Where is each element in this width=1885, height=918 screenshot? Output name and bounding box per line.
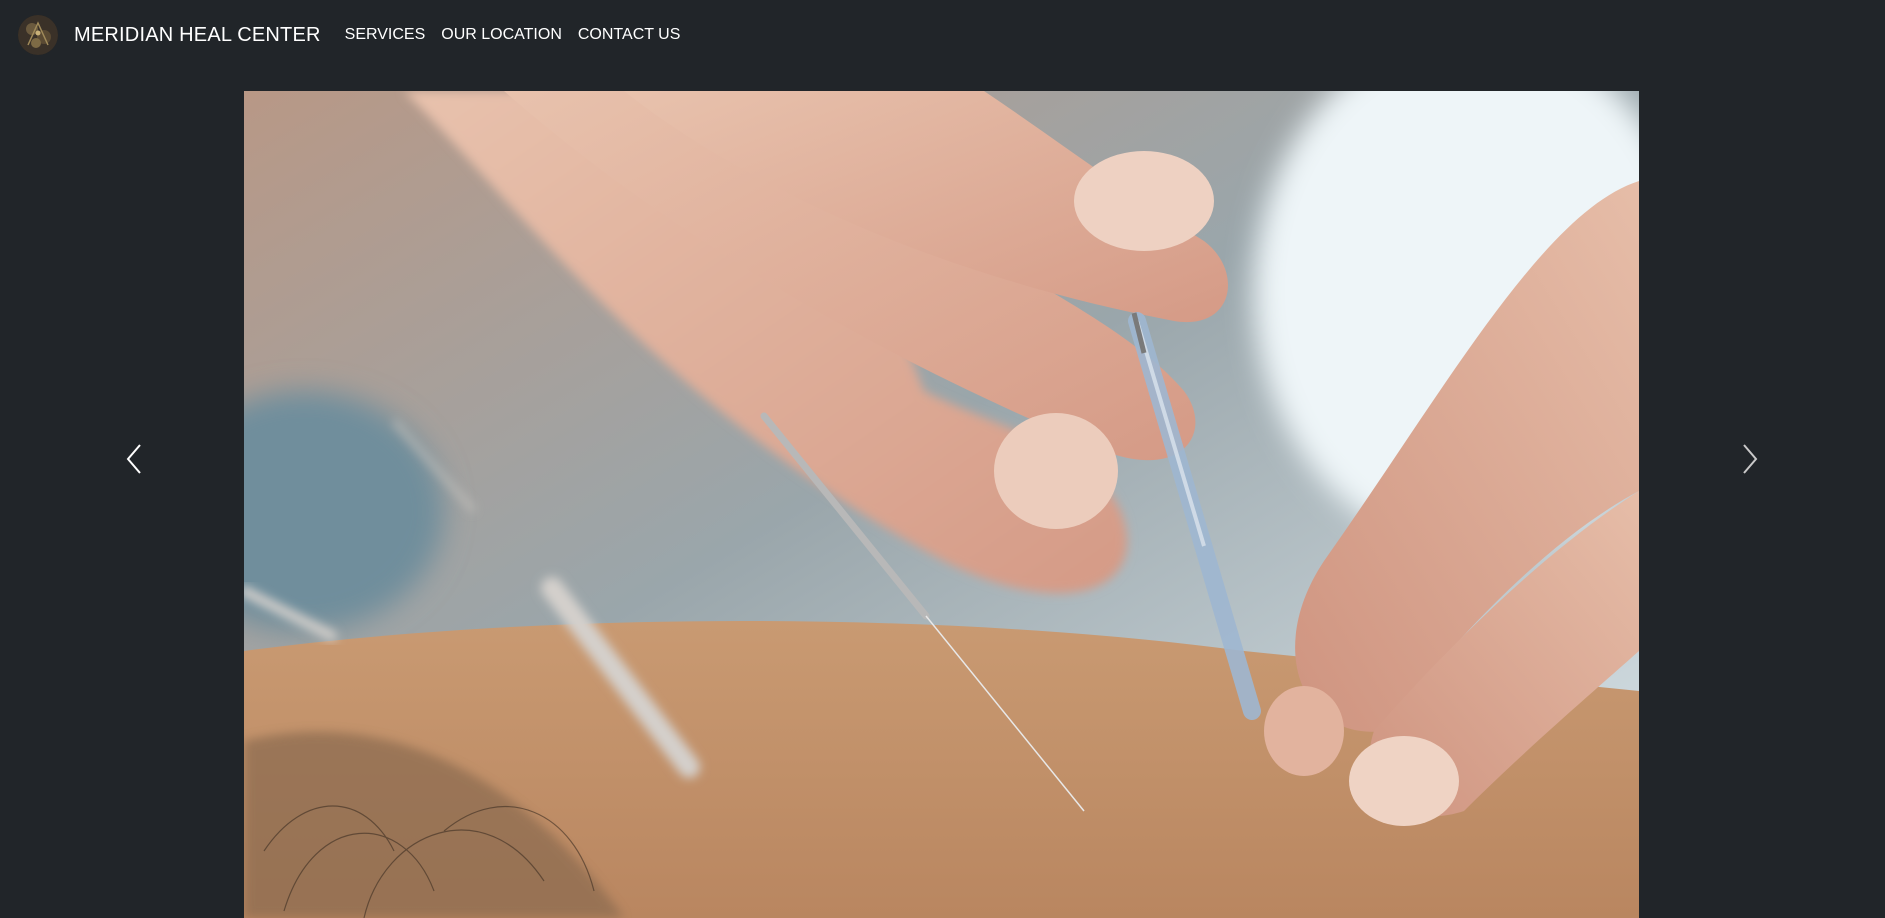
chevron-left-icon xyxy=(126,443,141,474)
nav-link-services[interactable]: SERVICES xyxy=(345,26,426,44)
acupuncture-needle-photo xyxy=(244,91,1639,918)
brand-name: MERIDIAN HEAL CENTER xyxy=(74,23,321,46)
nav-link-our-location[interactable]: OUR LOCATION xyxy=(441,26,562,44)
meridian-logo-icon xyxy=(18,15,58,55)
nav-links: SERVICES OUR LOCATION CONTACT US xyxy=(345,26,697,44)
carousel-next-button[interactable] xyxy=(1690,91,1810,826)
image-carousel xyxy=(0,91,1885,918)
navbar: MERIDIAN HEAL CENTER SERVICES OUR LOCATI… xyxy=(0,0,1885,70)
nav-link-contact-us[interactable]: CONTACT US xyxy=(578,26,681,44)
carousel-slide xyxy=(244,91,1639,918)
brand-link[interactable]: MERIDIAN HEAL CENTER xyxy=(18,15,321,55)
carousel-prev-button[interactable] xyxy=(74,91,194,826)
chevron-right-icon xyxy=(1743,443,1758,474)
